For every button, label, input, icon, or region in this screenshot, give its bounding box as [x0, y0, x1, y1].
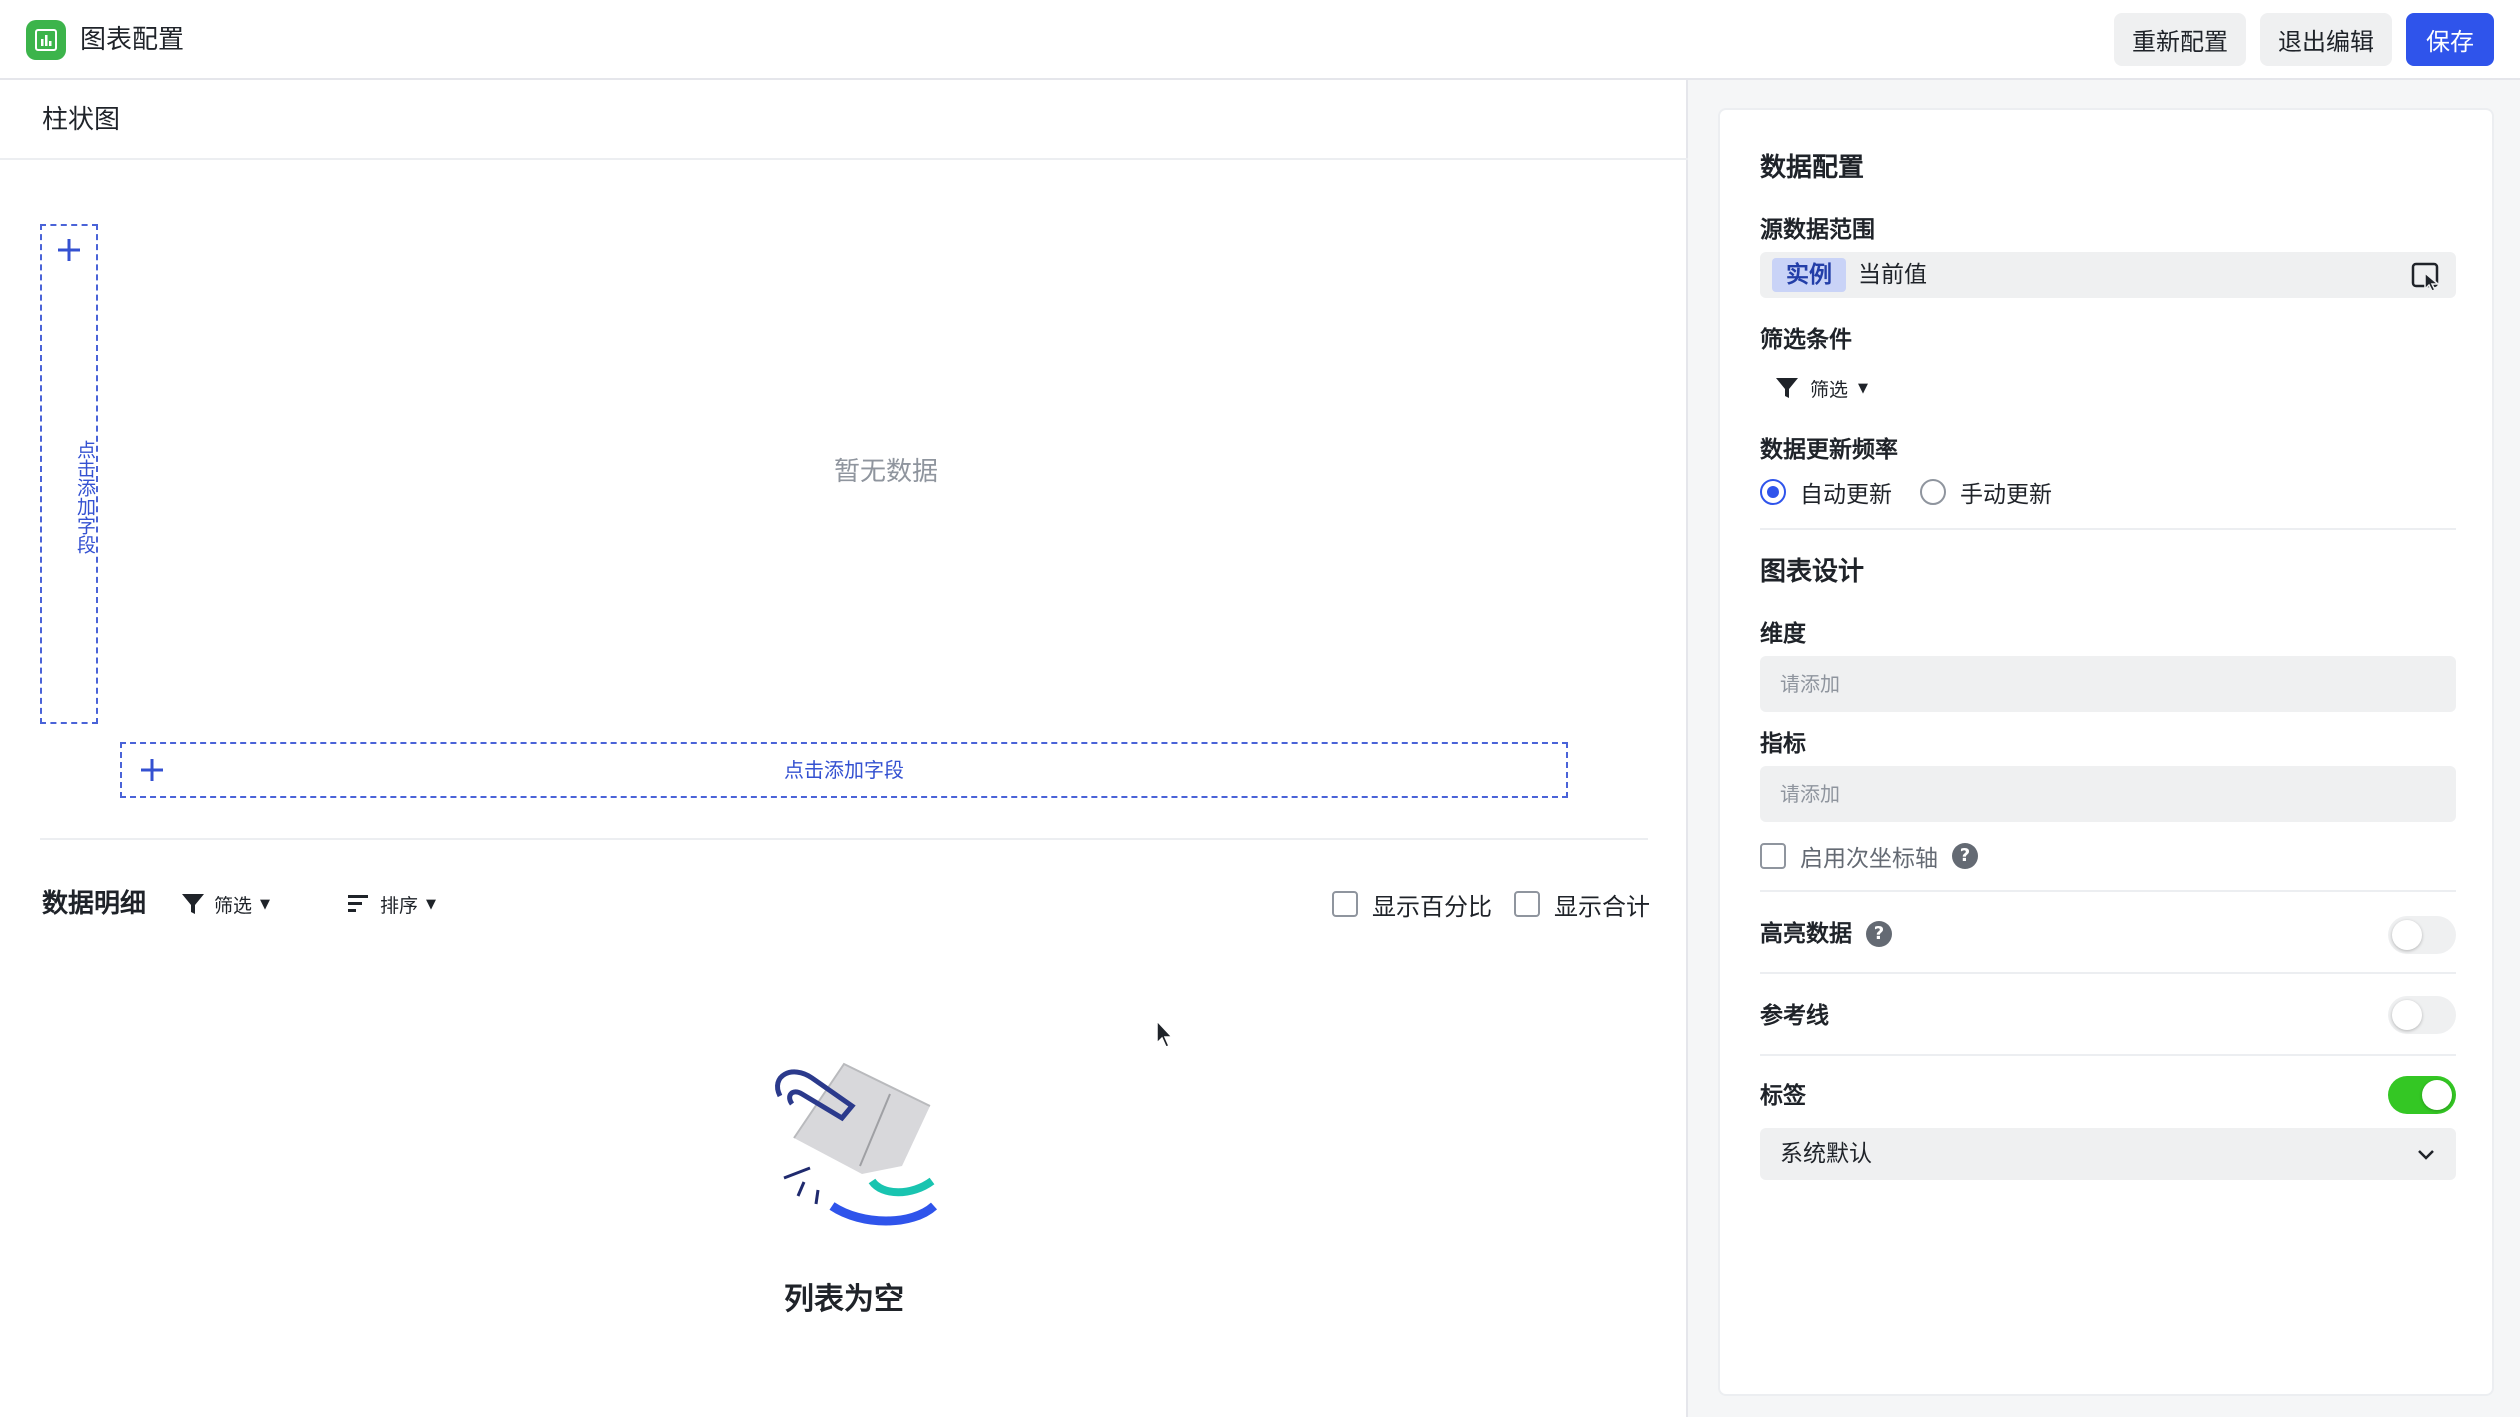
show-percent-option[interactable]: 显示百分比	[1332, 886, 1492, 922]
top-header: 图表配置 重新配置 退出编辑 保存	[0, 0, 2520, 80]
secondary-axis-label: 启用次坐标轴	[1800, 846, 1938, 872]
tag-toggle[interactable]	[2388, 1076, 2456, 1114]
filter-icon	[182, 894, 204, 914]
manual-update-label[interactable]: 手动更新	[1960, 475, 2052, 509]
dimension-label: 维度	[1760, 621, 1806, 647]
chart-empty-text: 暂无数据	[834, 457, 939, 487]
caret-down-icon: ▼	[260, 896, 271, 912]
chart-app-logo-icon	[26, 20, 66, 60]
mouse-cursor-icon	[1156, 1019, 1174, 1048]
show-percent-checkbox[interactable]	[1332, 891, 1358, 917]
toggle-knob	[2392, 1000, 2422, 1030]
highlight-label: 高亮数据	[1760, 921, 1852, 947]
x-axis-add-field-label: 点击添加字段	[784, 758, 904, 782]
data-config-title: 数据配置	[1760, 153, 1865, 183]
filter-icon	[1776, 378, 1798, 398]
select-source-icon[interactable]	[2410, 260, 2442, 292]
source-tag: 实例	[1772, 258, 1846, 292]
divider	[0, 158, 1688, 160]
reconfigure-button[interactable]: 重新配置	[2114, 13, 2246, 66]
manual-update-radio[interactable]	[1920, 479, 1946, 505]
data-detail-title: 数据明细	[42, 889, 147, 919]
auto-update-radio[interactable]	[1760, 479, 1786, 505]
detail-filter-button[interactable]: 筛选 ▼	[180, 886, 270, 922]
save-button[interactable]: 保存	[2406, 13, 2494, 66]
divider	[1760, 1054, 2456, 1056]
toggle-knob	[2422, 1080, 2452, 1110]
empty-list-text: 列表为空	[784, 1282, 904, 1317]
plus-icon	[58, 239, 80, 261]
chart-design-title: 图表设计	[1760, 557, 1865, 587]
chevron-down-icon	[2418, 1150, 2434, 1160]
y-axis-add-field-label: 点击添加字段	[74, 440, 96, 554]
filter-condition-label: 筛选条件	[1760, 327, 1852, 353]
config-filter-label: 筛选	[1810, 378, 1849, 401]
metric-label: 指标	[1760, 731, 1806, 757]
detail-filter-label: 筛选	[214, 894, 253, 917]
chart-preview-panel: 柱状图 点击添加字段 暂无数据 点击添加字段 数据明细 筛选 ▼ 排序 ▼ 显示…	[0, 80, 1688, 1417]
caret-down-icon: ▼	[426, 896, 437, 912]
help-icon[interactable]: ?	[1952, 843, 1978, 869]
show-percent-label: 显示百分比	[1372, 892, 1492, 921]
update-frequency-label: 数据更新频率	[1760, 437, 1898, 463]
divider	[40, 838, 1648, 840]
toggle-knob	[2392, 920, 2422, 950]
tag-style-value: 系统默认	[1780, 1141, 1872, 1167]
highlight-toggle[interactable]	[2388, 916, 2456, 954]
source-range-field[interactable]: 实例 当前值	[1760, 252, 2456, 298]
secondary-axis-checkbox[interactable]	[1760, 843, 1786, 869]
detail-sort-label: 排序	[380, 894, 419, 917]
help-icon[interactable]: ?	[1866, 921, 1892, 947]
show-total-option[interactable]: 显示合计	[1514, 886, 1650, 922]
highlight-row: 高亮数据 ?	[1760, 916, 1892, 952]
reference-line-label: 参考线	[1760, 1003, 1829, 1029]
detail-sort-button[interactable]: 排序 ▼	[346, 886, 436, 922]
tag-label: 标签	[1760, 1083, 1806, 1109]
show-total-checkbox[interactable]	[1514, 891, 1540, 917]
divider	[1760, 972, 2456, 974]
source-value: 当前值	[1858, 262, 1927, 288]
show-total-label: 显示合计	[1554, 892, 1650, 921]
caret-down-icon: ▼	[1858, 380, 1869, 396]
x-axis-add-field-dropzone[interactable]: 点击添加字段	[120, 742, 1568, 798]
metric-input[interactable]	[1760, 766, 2456, 822]
auto-update-label[interactable]: 自动更新	[1800, 475, 1892, 509]
app-title: 图表配置	[80, 25, 185, 55]
y-axis-add-field-dropzone[interactable]: 点击添加字段	[40, 224, 98, 724]
dimension-input[interactable]	[1760, 656, 2456, 712]
sort-icon	[348, 895, 368, 912]
reference-line-toggle[interactable]	[2388, 996, 2456, 1034]
tag-style-select[interactable]: 系统默认	[1760, 1128, 2456, 1180]
config-filter-button[interactable]: 筛选 ▼	[1774, 372, 1868, 404]
empty-list-illustration-icon	[775, 1062, 938, 1226]
config-panel: 数据配置 源数据范围 实例 当前值 筛选条件 筛选 ▼ 数据更新频率 自动更新 …	[1718, 108, 2494, 1396]
chart-type-title: 柱状图	[42, 105, 121, 135]
update-frequency-options: 自动更新 手动更新	[1760, 474, 2052, 510]
divider	[1760, 528, 2456, 530]
secondary-axis-option[interactable]: 启用次坐标轴 ?	[1760, 838, 1978, 874]
exit-edit-button[interactable]: 退出编辑	[2260, 13, 2392, 66]
source-range-label: 源数据范围	[1760, 217, 1875, 243]
divider	[1760, 890, 2456, 892]
